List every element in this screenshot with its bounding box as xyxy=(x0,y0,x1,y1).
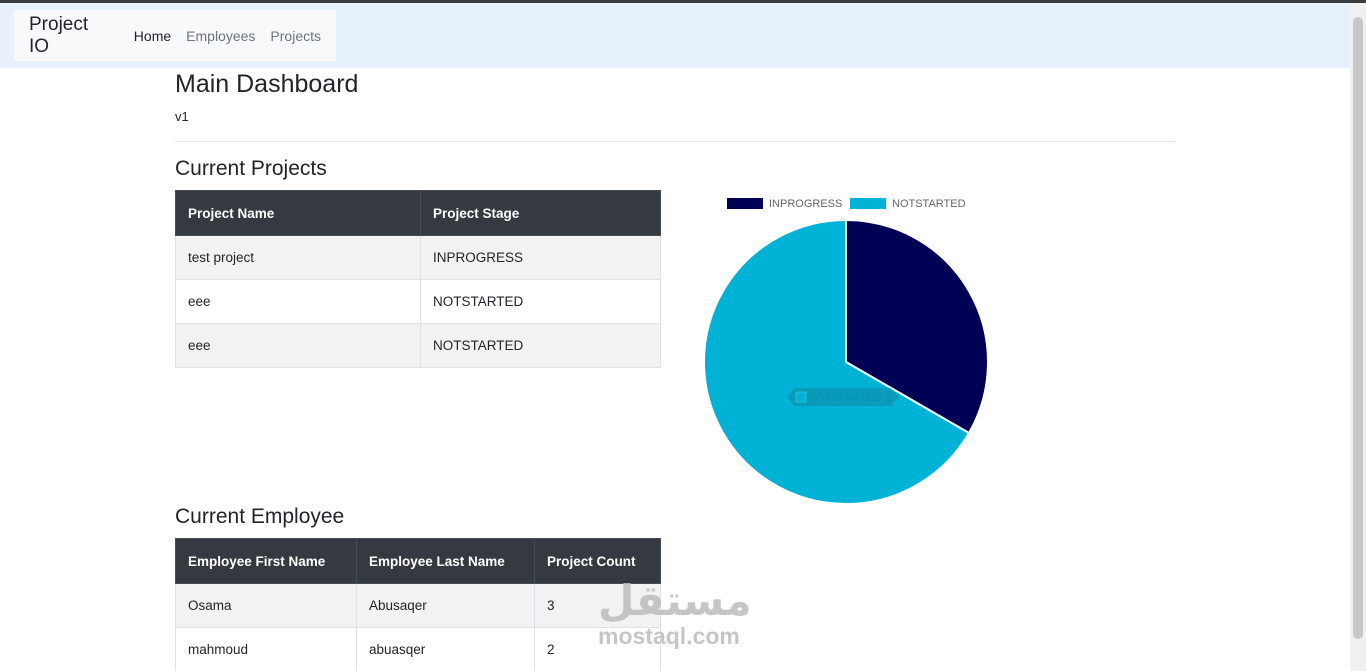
navbar: Project IO Home Employees Projects xyxy=(14,10,336,61)
column-header: Employee First Name xyxy=(175,538,357,584)
table-row: eee NOTSTARTED xyxy=(175,279,661,324)
scrollbar-thumb[interactable] xyxy=(1353,17,1363,639)
projects-table: Project Name Project Stage test project … xyxy=(175,190,661,368)
projects-section-title: Current Projects xyxy=(175,157,327,180)
project-count-cell: 3 xyxy=(534,583,661,628)
chart-legend[interactable]: INPROGRESS NOTSTARTED xyxy=(727,198,966,210)
column-header: Project Count xyxy=(534,538,661,584)
employees-section-title: Current Employee xyxy=(175,505,345,528)
project-count-cell: 2 xyxy=(534,627,661,671)
table-row: eee NOTSTARTED xyxy=(175,323,661,368)
table-header-row: Project Name Project Stage xyxy=(175,190,661,236)
project-name-cell: eee xyxy=(175,279,421,324)
pie-slices[interactable] xyxy=(703,218,989,505)
employees-table: Employee First Name Employee Last Name P… xyxy=(175,538,661,671)
version-label: v1 xyxy=(175,109,189,124)
first-name-cell: mahmoud xyxy=(175,627,357,671)
project-stage-cell: INPROGRESS xyxy=(420,235,661,280)
column-header: Employee Last Name xyxy=(356,538,535,584)
column-header: Project Stage xyxy=(420,190,661,236)
project-name-cell: test project xyxy=(175,235,421,280)
legend-swatch-inprogress xyxy=(727,198,763,209)
nav-link-home[interactable]: Home xyxy=(134,28,171,44)
last-name-cell: Abusaqer xyxy=(356,583,535,628)
chart-tooltip: NOTSTARTED 2 xyxy=(788,388,898,406)
tooltip-value: 2 xyxy=(886,392,892,404)
page-title: Main Dashboard xyxy=(175,70,359,98)
column-header: Project Name xyxy=(175,190,421,236)
project-name-cell: eee xyxy=(175,323,421,368)
project-stage-cell: NOTSTARTED xyxy=(420,279,661,324)
legend-label-inprogress[interactable]: INPROGRESS xyxy=(769,198,842,210)
project-stage-cell: NOTSTARTED xyxy=(420,323,661,368)
legend-label-notstarted[interactable]: NOTSTARTED xyxy=(892,198,966,210)
tooltip-label: NOTSTARTED xyxy=(808,392,882,404)
first-name-cell: Osama xyxy=(175,583,357,628)
vertical-scrollbar[interactable] xyxy=(1350,3,1366,671)
table-row: test project INPROGRESS xyxy=(175,235,661,280)
table-header-row: Employee First Name Employee Last Name P… xyxy=(175,538,661,584)
table-row: mahmoud abuasqer 2 xyxy=(175,627,661,671)
table-row: Osama Abusaqer 3 xyxy=(175,583,661,628)
nav-link-employees[interactable]: Employees xyxy=(186,28,255,44)
brand-link[interactable]: Project IO xyxy=(29,14,112,58)
last-name-cell: abuasqer xyxy=(356,627,535,671)
legend-swatch-notstarted xyxy=(850,198,886,209)
nav-link-projects[interactable]: Projects xyxy=(270,28,321,44)
project-stage-pie-chart[interactable]: INPROGRESS NOTSTARTED NOTSTARTED 2 xyxy=(700,190,1000,510)
divider xyxy=(175,141,1175,142)
